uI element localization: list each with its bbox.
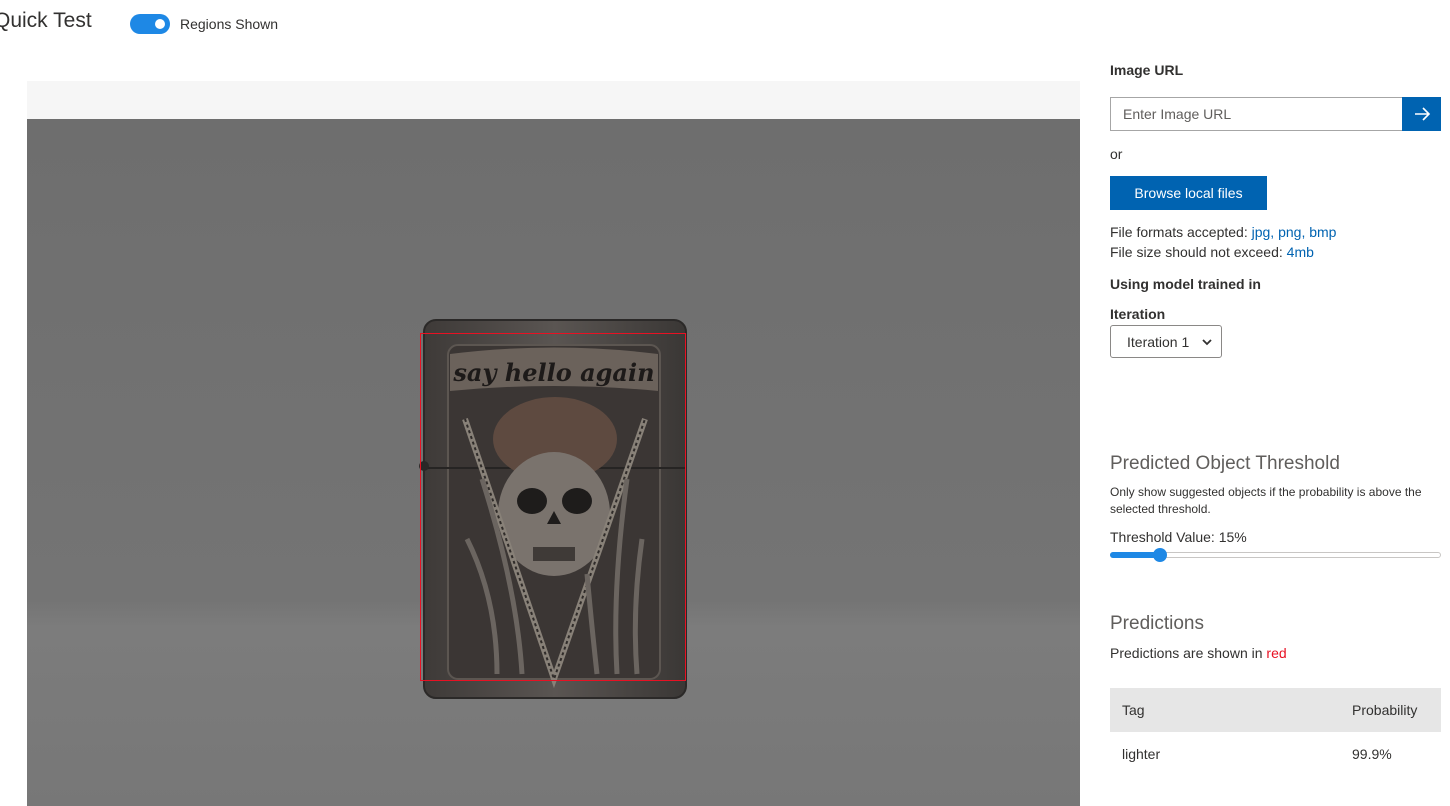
predictions-prefix: Predictions are shown in — [1110, 645, 1263, 661]
threshold-slider[interactable] — [1110, 548, 1441, 564]
chevron-down-icon — [1202, 339, 1212, 346]
file-size-info: File size should not exceed: 4mb — [1110, 244, 1314, 260]
iteration-selected-value: Iteration 1 — [1127, 334, 1190, 350]
regions-toggle-label: Regions Shown — [180, 16, 279, 32]
image-toolbar — [27, 81, 1080, 119]
image-url-input[interactable] — [1110, 97, 1402, 131]
iteration-label: Iteration — [1110, 306, 1166, 322]
browse-local-files-button[interactable]: Browse local files — [1110, 176, 1267, 210]
slider-thumb[interactable] — [1152, 548, 1167, 562]
toggle-knob — [155, 19, 165, 29]
probability-column-header: Probability — [1352, 702, 1418, 718]
threshold-value-label: Threshold Value: 15% — [1110, 529, 1247, 545]
file-size-link[interactable]: 4mb — [1287, 244, 1314, 260]
threshold-title: Predicted Object Threshold — [1110, 453, 1340, 474]
submit-url-button[interactable] — [1402, 97, 1441, 131]
predicted-region-box — [420, 333, 686, 681]
file-size-label: File size should not exceed: — [1110, 244, 1283, 260]
iteration-select[interactable]: Iteration 1 — [1110, 325, 1222, 358]
table-row: lighter 99.9% — [1110, 732, 1441, 776]
regions-toggle[interactable] — [130, 14, 170, 34]
file-formats-label: File formats accepted: — [1110, 224, 1248, 240]
image-url-label: Image URL — [1110, 62, 1184, 78]
arrow-right-icon — [1415, 107, 1431, 121]
predictions-subtitle: Predictions are shown in red — [1110, 645, 1287, 661]
page-title: Quick Test — [0, 9, 92, 32]
file-formats-link[interactable]: jpg, png, bmp — [1252, 224, 1337, 240]
model-label: Using model trained in — [1110, 276, 1261, 292]
prediction-probability: 99.9% — [1352, 746, 1392, 762]
or-text: or — [1110, 146, 1123, 162]
file-formats-info: File formats accepted: jpg, png, bmp — [1110, 224, 1336, 240]
image-preview-panel: say hello again — [27, 81, 1080, 806]
tag-column-header: Tag — [1122, 702, 1145, 718]
prediction-tag: lighter — [1122, 746, 1161, 762]
threshold-description: Only show suggested objects if the proba… — [1110, 485, 1422, 516]
table-header: Tag Probability — [1110, 688, 1441, 732]
predictions-title: Predictions — [1110, 613, 1204, 634]
predictions-color-word: red — [1266, 645, 1287, 661]
predictions-table: Tag Probability lighter 99.9% — [1110, 688, 1441, 776]
